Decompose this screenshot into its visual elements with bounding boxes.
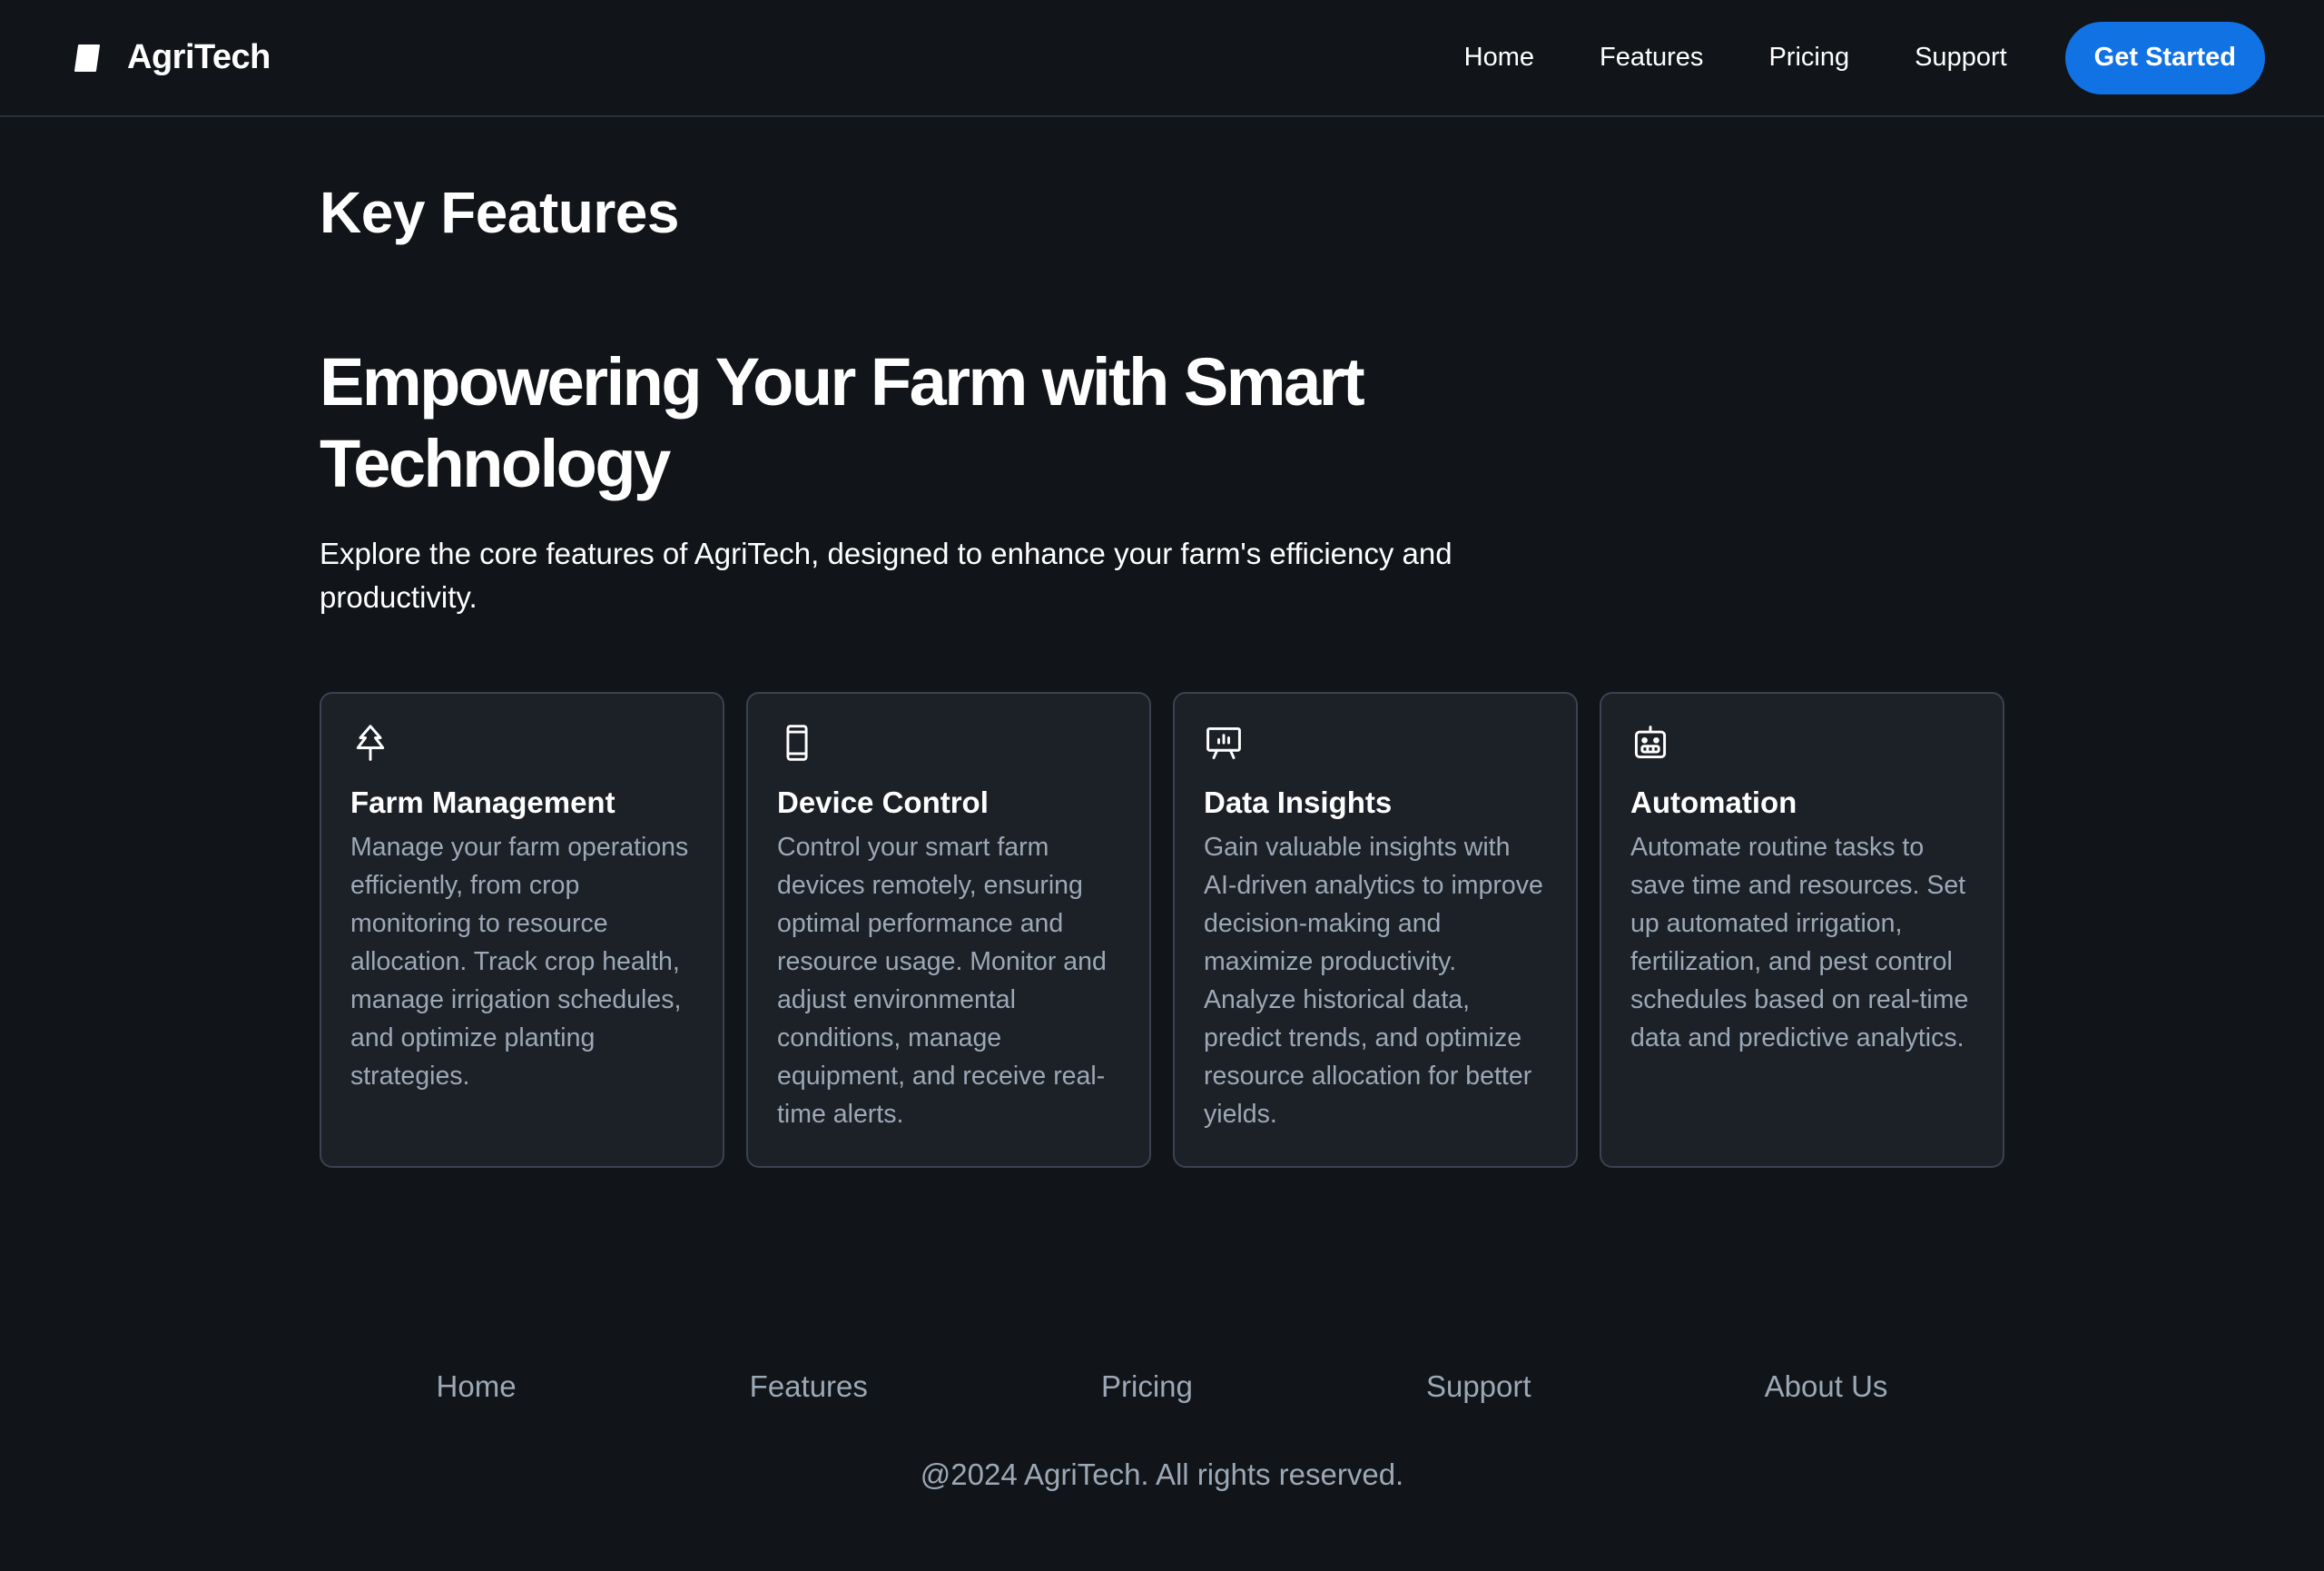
footer-links: Home Features Pricing Support About Us [320,1369,2004,1404]
nav-pricing-link[interactable]: Pricing [1768,43,1849,73]
footer-pricing-link[interactable]: Pricing [1101,1369,1193,1404]
page-title: Key Features [320,180,679,245]
brand-name: AgriTech [127,38,271,76]
feature-title: Data Insights [1204,786,1393,819]
robot-icon [1630,723,1670,763]
device-mobile-icon [777,723,817,763]
top-header: AgriTech Home Features Pricing Support G… [0,0,2324,117]
footer-about-link[interactable]: About Us [1765,1369,1888,1404]
nav-home-link[interactable]: Home [1464,43,1534,73]
footer-features-link[interactable]: Features [750,1369,868,1404]
feature-card-automation: Automation Automate routine tasks to sav… [1600,692,2004,1168]
feature-card-farm-management: Farm Management Manage your farm operati… [320,692,724,1168]
hero-title: Empowering Your Farm with Smart Technolo… [320,344,1365,501]
feature-title: Automation [1630,786,1797,819]
main-nav: Home Features Pricing Support Get Starte… [1464,21,2265,94]
brand[interactable]: AgriTech [74,38,271,77]
footer-home-link[interactable]: Home [437,1369,517,1404]
nav-features-link[interactable]: Features [1600,43,1703,73]
get-started-button[interactable]: Get Started [2064,21,2265,94]
main-content: Key Features Empowering Your Farm with S… [320,117,2004,1168]
footer-support-link[interactable]: Support [1426,1369,1531,1404]
leaf-shape-icon [74,44,100,72]
page: AgriTech Home Features Pricing Support G… [0,0,2324,1571]
feature-card-data-insights: Data Insights Gain valuable insights wit… [1173,692,1578,1168]
hero-description: Explore the core features of AgriTech, d… [320,537,1452,614]
feature-text: Control your smart farm devices remotely… [777,833,1107,1129]
feature-title: Farm Management [350,786,615,819]
presentation-chart-icon [1204,723,1244,763]
feature-text: Gain valuable insights with AI-driven an… [1204,833,1543,1129]
tree-icon [350,723,390,763]
copyright-text: @2024 AgriTech. All rights reserved. [920,1457,1404,1491]
nav-support-link[interactable]: Support [1915,43,2007,73]
feature-text: Automate routine tasks to save time and … [1630,833,1969,1052]
feature-title: Device Control [777,786,989,819]
feature-text: Manage your farm operations efficiently,… [350,833,689,1091]
feature-cards: Farm Management Manage your farm operati… [320,692,2004,1168]
feature-card-device-control: Device Control Control your smart farm d… [746,692,1151,1168]
